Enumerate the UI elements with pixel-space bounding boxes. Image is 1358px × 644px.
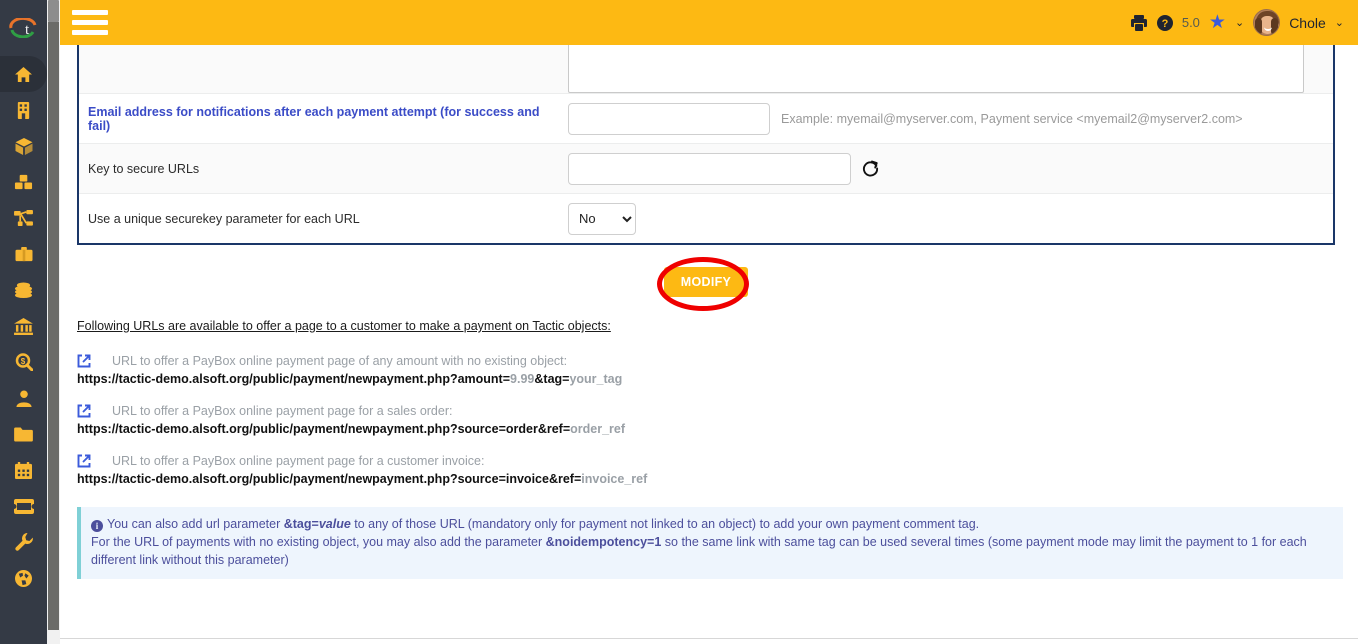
version-label: 5.0 xyxy=(1181,15,1200,30)
url-description: URL to offer a PayBox online payment pag… xyxy=(112,454,485,468)
info-line1-d: to any of those URL (mandatory only for … xyxy=(350,517,980,531)
info-circle-icon: i xyxy=(91,520,103,532)
main-content: Email address for notifications after ea… xyxy=(60,45,1358,644)
hamburger-menu-icon[interactable] xyxy=(72,8,108,38)
secure-key-field[interactable] xyxy=(568,152,851,185)
url-var1: invoice_ref xyxy=(581,472,648,486)
chevron-down-icon-bookmark[interactable]: ⌄ xyxy=(1235,16,1244,29)
url-block: URL to offer a PayBox online payment pag… xyxy=(77,454,1358,486)
url-description: URL to offer a PayBox online payment pag… xyxy=(112,404,453,418)
sidebar-item-website[interactable] xyxy=(0,560,47,596)
table-row-securekey: Key to secure URLs xyxy=(79,143,1333,193)
table-row-email: Email address for notifications after ea… xyxy=(79,93,1333,143)
sidebar-item-hrm[interactable] xyxy=(0,380,47,416)
row-value-unique-securekey: No Yes xyxy=(568,194,1333,243)
row-value-textarea xyxy=(568,45,1333,93)
svg-text:$: $ xyxy=(20,357,25,366)
help-question-icon[interactable]: ? xyxy=(1156,14,1173,31)
printer-icon[interactable] xyxy=(1130,14,1148,31)
sidebar-items: $ xyxy=(0,56,47,596)
url-main: https://tactic-demo.alsoft.org/public/pa… xyxy=(77,372,511,386)
brand-logo[interactable]: t xyxy=(0,0,47,56)
url-value: https://tactic-demo.alsoft.org/public/pa… xyxy=(77,422,1358,436)
sidebar-item-home[interactable] xyxy=(0,56,47,92)
info-line1-c: value xyxy=(318,517,351,531)
url-var2: your_tag xyxy=(569,372,623,386)
unique-securekey-select[interactable]: No Yes xyxy=(568,202,636,235)
sidebar-item-stock[interactable] xyxy=(0,164,47,200)
urls-section: Following URLs are available to offer a … xyxy=(60,319,1358,486)
payment-settings-table: Email address for notifications after ea… xyxy=(77,45,1335,245)
info-line1-a: You can also add url parameter xyxy=(107,517,284,531)
scrollbar-thumb[interactable] xyxy=(48,0,59,22)
message-textarea[interactable] xyxy=(568,45,1304,93)
page-scrollbar[interactable] xyxy=(47,0,60,644)
email-hint: Example: myemail@myserver.com, Payment s… xyxy=(781,111,1243,126)
sidebar-item-agenda[interactable] xyxy=(0,452,47,488)
url-main: https://tactic-demo.alsoft.org/public/pa… xyxy=(77,472,582,486)
external-link-icon[interactable] xyxy=(77,354,91,368)
url-mid: &tag= xyxy=(534,372,570,386)
sidebar-item-bank[interactable] xyxy=(0,308,47,344)
table-row-textarea xyxy=(79,45,1333,93)
row-label-unique-securekey: Use a unique securekey parameter for eac… xyxy=(88,211,360,226)
sidebar-item-billing[interactable] xyxy=(0,272,47,308)
external-link-icon[interactable] xyxy=(77,404,91,418)
row-label-email: Email address for notifications after ea… xyxy=(88,104,540,133)
avatar[interactable] xyxy=(1253,9,1281,36)
info-line1-b: &tag= xyxy=(283,517,319,531)
external-link-icon[interactable] xyxy=(77,454,91,468)
sidebar-item-accounting[interactable]: $ xyxy=(0,344,47,380)
refresh-icon[interactable] xyxy=(862,160,879,177)
sidebar-item-commercial[interactable] xyxy=(0,200,47,236)
url-var1: 9.99 xyxy=(510,372,535,386)
url-desc-line: URL to offer a PayBox online payment pag… xyxy=(77,454,1358,468)
bottom-edge xyxy=(0,638,1358,644)
top-bar-actions: ? 5.0 ★ ⌄ Chole ⌄ xyxy=(1130,9,1358,36)
info-line2-a: For the URL of payments with no existing… xyxy=(91,535,546,550)
sidebar-item-tickets[interactable] xyxy=(0,488,47,524)
info-note: i You can also add url parameter &tag=val… xyxy=(77,507,1343,580)
sidebar-item-projects[interactable] xyxy=(0,236,47,272)
row-value-email: Example: myemail@myserver.com, Payment s… xyxy=(568,94,1333,143)
url-var1: order_ref xyxy=(570,422,626,436)
url-block: URL to offer a PayBox online payment pag… xyxy=(77,404,1358,436)
sidebar-item-products[interactable] xyxy=(0,128,47,164)
user-name-label[interactable]: Chole xyxy=(1289,15,1326,31)
star-icon[interactable]: ★ xyxy=(1209,13,1226,32)
table-row-unique-securekey: Use a unique securekey parameter for eac… xyxy=(79,193,1333,243)
sidebar-item-documents[interactable] xyxy=(0,416,47,452)
info-note-line-2: For the URL of payments with no existing… xyxy=(91,533,1333,569)
chevron-down-icon-user[interactable]: ⌄ xyxy=(1335,16,1344,29)
row-label-securekey: Key to secure URLs xyxy=(88,161,200,176)
url-main: https://tactic-demo.alsoft.org/public/pa… xyxy=(77,422,571,436)
email-field[interactable] xyxy=(568,102,770,135)
info-note-line-1: i You can also add url parameter &tag=val… xyxy=(91,515,1333,533)
sidebar-item-third-parties[interactable] xyxy=(0,92,47,128)
url-value: https://tactic-demo.alsoft.org/public/pa… xyxy=(77,372,1358,386)
url-value: https://tactic-demo.alsoft.org/public/pa… xyxy=(77,472,1358,486)
modify-button[interactable]: MODIFY xyxy=(663,267,749,297)
url-desc-line: URL to offer a PayBox online payment pag… xyxy=(77,404,1358,418)
submit-area: MODIFY xyxy=(60,245,1358,319)
sidebar-rail: t $ xyxy=(0,0,47,644)
url-block: URL to offer a PayBox online payment pag… xyxy=(77,354,1358,386)
url-description: URL to offer a PayBox online payment pag… xyxy=(112,354,568,368)
sidebar-item-tools[interactable] xyxy=(0,524,47,560)
top-bar: ? 5.0 ★ ⌄ Chole ⌄ xyxy=(60,0,1358,45)
scrollbar-track[interactable] xyxy=(48,22,59,630)
urls-section-title: Following URLs are available to offer a … xyxy=(77,319,611,333)
info-line2-b: &noidempotency=1 xyxy=(545,535,662,550)
url-desc-line: URL to offer a PayBox online payment pag… xyxy=(77,354,1358,368)
row-value-securekey xyxy=(568,144,1333,193)
svg-text:?: ? xyxy=(1161,18,1168,30)
page-root: t $ ? 5.0 ★ ⌄ Chole ⌄ Email address for … xyxy=(0,0,1358,644)
